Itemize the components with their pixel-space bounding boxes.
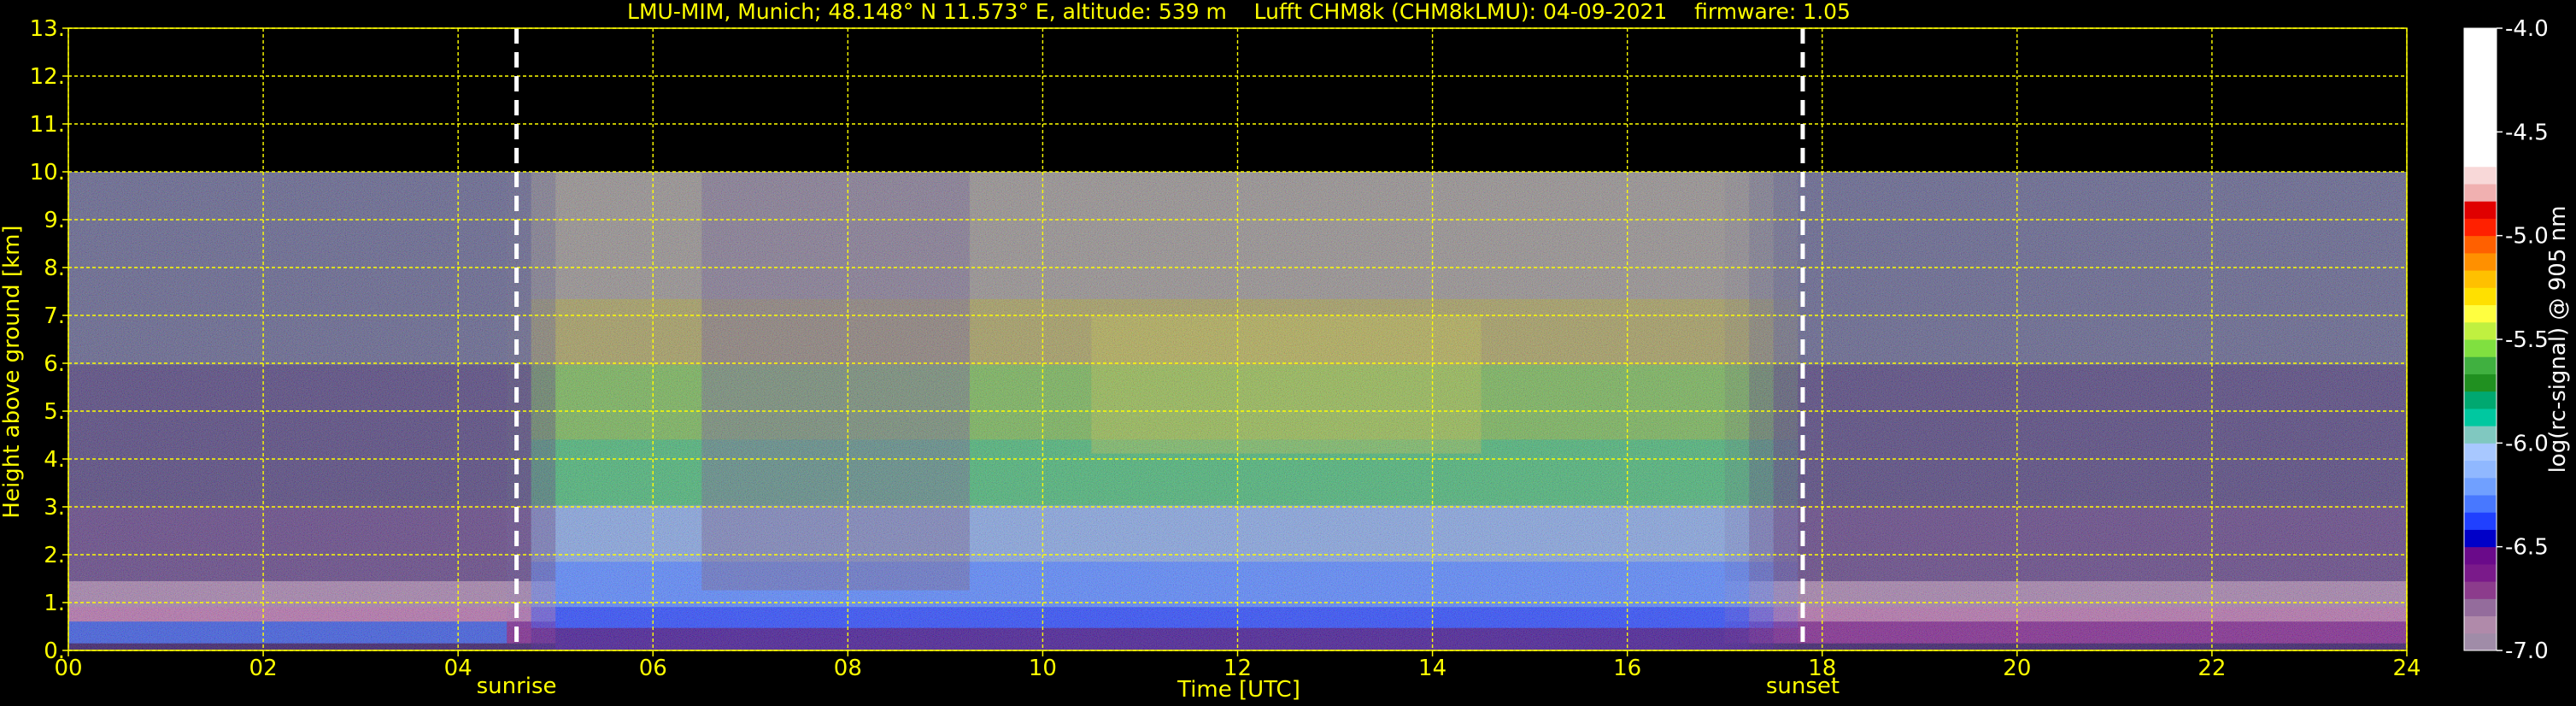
colorbar-tick-label: -6.5 [2505, 535, 2549, 561]
colorbar-tick-label: -4.5 [2505, 120, 2549, 145]
x-tick-label: 14 [1418, 656, 1446, 681]
y-tick-label: 11. [30, 112, 65, 138]
sunrise-label: sunrise [477, 674, 557, 699]
colorbar-swatch [2464, 339, 2497, 357]
colorbar: -4.0 -4.5 -5.0 -5.5 -6.0 -6.5 -7.0 [2463, 16, 2549, 664]
y-tick-label: 0. [44, 638, 65, 664]
colorbar-swatch [2464, 426, 2497, 444]
colorbar-swatch [2464, 391, 2497, 409]
x-tick-label: 04 [444, 656, 472, 681]
colorbar-swatch [2464, 132, 2497, 150]
colorbar-swatch [2464, 321, 2497, 340]
colorbar-swatch [2464, 149, 2497, 168]
x-tick-label: 22 [2198, 656, 2226, 681]
colorbar-tick-label: -6.0 [2505, 431, 2549, 456]
colorbar-swatch [2464, 184, 2497, 202]
y-tick-label: 7. [44, 303, 65, 329]
x-tick-label: 10 [1029, 656, 1057, 681]
colorbar-tick-label: -5.0 [2505, 224, 2549, 250]
colorbar-swatch [2464, 598, 2497, 617]
y-tick-label: 8. [44, 256, 65, 281]
colorbar-swatch [2464, 443, 2497, 462]
y-tick-label: 1. [44, 591, 65, 616]
x-tick-label: 08 [834, 656, 862, 681]
colorbar-swatch [2464, 252, 2497, 271]
colorbar-label: log(rc-signal) @ 905 nm [2545, 206, 2571, 474]
y-tick-label: 9. [44, 208, 65, 233]
colorbar-swatch [2464, 287, 2497, 306]
colorbar-swatch [2464, 408, 2497, 427]
colorbar-swatch [2464, 356, 2497, 374]
y-tick-label: 2. [44, 543, 65, 568]
colorbar-swatch [2464, 477, 2497, 496]
colorbar-tick-label: -5.5 [2505, 327, 2549, 353]
colorbar-swatch [2464, 270, 2497, 288]
colorbar-swatch [2464, 460, 2497, 479]
colorbar-tick-label: -4.0 [2505, 16, 2549, 42]
x-tick-label: 18 [1808, 656, 1836, 681]
colorbar-swatch [2464, 512, 2497, 530]
y-tick-label: 10. [30, 160, 65, 185]
colorbar-swatch [2464, 581, 2497, 599]
y-tick-label: 13. [30, 16, 65, 42]
colorbar-swatch [2464, 615, 2497, 634]
y-tick-label: 4. [44, 447, 65, 473]
chart-title: LMU-MIM, Munich; 48.148° N 11.573° E, al… [627, 0, 1851, 24]
y-axis-label: Height above ground [km] [0, 225, 25, 518]
colorbar-swatch [2464, 546, 2497, 565]
x-tick-label: 02 [249, 656, 278, 681]
colorbar-swatch [2464, 45, 2497, 63]
colorbar-tick-label: -7.0 [2505, 638, 2549, 664]
colorbar-swatch [2464, 529, 2497, 548]
colorbar-swatch [2464, 79, 2497, 98]
colorbar-swatch [2464, 563, 2497, 582]
colorbar-swatch [2464, 304, 2497, 323]
y-tick-label: 12. [30, 64, 65, 90]
colorbar-swatch [2464, 235, 2497, 254]
y-tick-label: 5. [44, 399, 65, 425]
colorbar-swatch [2464, 62, 2497, 81]
x-axis-label: Time [UTC] [1177, 677, 1300, 703]
y-tick-label: 3. [44, 495, 65, 521]
y-tick-label: 6. [44, 351, 65, 377]
colorbar-swatch [2464, 115, 2497, 132]
x-tick-label: 24 [2392, 656, 2421, 681]
colorbar-swatch [2464, 374, 2497, 392]
colorbar-swatch [2464, 495, 2497, 513]
ceilometer-chart: sunrise sunset 00 02 04 06 08 10 12 14 16 18 20 22 24… [0, 0, 2571, 703]
x-tick-label: 06 [639, 656, 667, 681]
x-tick-label: 16 [1613, 656, 1641, 681]
colorbar-swatch [2464, 97, 2497, 115]
colorbar-swatch [2464, 218, 2497, 237]
colorbar-swatch [2464, 166, 2497, 185]
colorbar-swatch [2464, 28, 2497, 46]
colorbar-swatch [2464, 201, 2497, 219]
colorbar-swatch [2464, 632, 2497, 651]
x-tick-label: 20 [2003, 656, 2031, 681]
